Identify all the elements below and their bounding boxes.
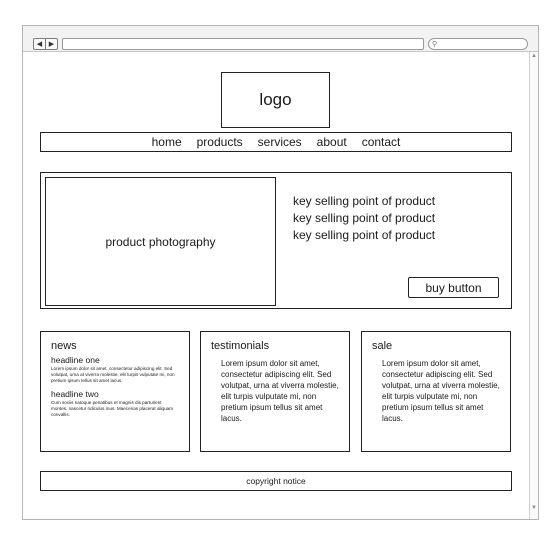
hero-section: product photography key selling point of…: [40, 172, 512, 309]
footer: copyright notice: [40, 471, 512, 491]
product-photo: product photography: [45, 177, 276, 306]
scroll-up-icon[interactable]: ▲: [530, 53, 538, 59]
main-nav: home products services about contact: [40, 132, 512, 152]
nav-item-products[interactable]: products: [197, 135, 243, 149]
copyright-notice: copyright notice: [246, 476, 306, 486]
testimonials-title: testimonials: [211, 340, 270, 352]
scroll-down-icon[interactable]: ▼: [530, 505, 538, 511]
testimonials-panel: testimonials Lorem ipsum dolor sit amet,…: [200, 331, 350, 452]
selling-points: key selling point of product key selling…: [293, 193, 435, 244]
news-headline[interactable]: headline one: [51, 355, 179, 365]
selling-point: key selling point of product: [293, 194, 436, 208]
buy-button[interactable]: buy button: [408, 277, 499, 298]
vertical-scrollbar[interactable]: ▲ ▼: [529, 52, 538, 519]
news-body: Lorem ipsum dolor sit amet, consectetur …: [51, 366, 175, 383]
address-bar[interactable]: [62, 38, 424, 50]
history-buttons: ◀ ▶: [33, 38, 58, 50]
testimonials-body: Lorem ipsum dolor sit amet, consectetur …: [221, 359, 339, 423]
news-body: Cum sociis natoque penatibus et magnis d…: [51, 400, 174, 417]
nav-item-home[interactable]: home: [152, 135, 182, 149]
sale-panel: sale Lorem ipsum dolor sit amet, consect…: [361, 331, 511, 452]
news-title: news: [51, 340, 77, 352]
news-panel: news headline one Lorem ipsum dolor sit …: [40, 331, 190, 452]
selling-point: key selling point of product: [293, 228, 436, 242]
nav-item-about[interactable]: about: [317, 135, 347, 149]
browser-toolbar: ◀ ▶ ⚲: [23, 26, 538, 52]
sale-body: Lorem ipsum dolor sit amet, consectetur …: [382, 359, 500, 423]
news-headline[interactable]: headline two: [51, 389, 179, 399]
back-arrow-icon[interactable]: ◀: [34, 39, 45, 49]
search-input[interactable]: ⚲: [428, 38, 528, 50]
selling-point: key selling point of product: [293, 211, 436, 225]
logo[interactable]: logo: [221, 72, 330, 128]
nav-item-services[interactable]: services: [258, 135, 302, 149]
forward-arrow-icon[interactable]: ▶: [45, 39, 57, 49]
nav-item-contact[interactable]: contact: [362, 135, 401, 149]
sale-title: sale: [372, 340, 393, 352]
magnifier-icon: ⚲: [432, 41, 438, 48]
